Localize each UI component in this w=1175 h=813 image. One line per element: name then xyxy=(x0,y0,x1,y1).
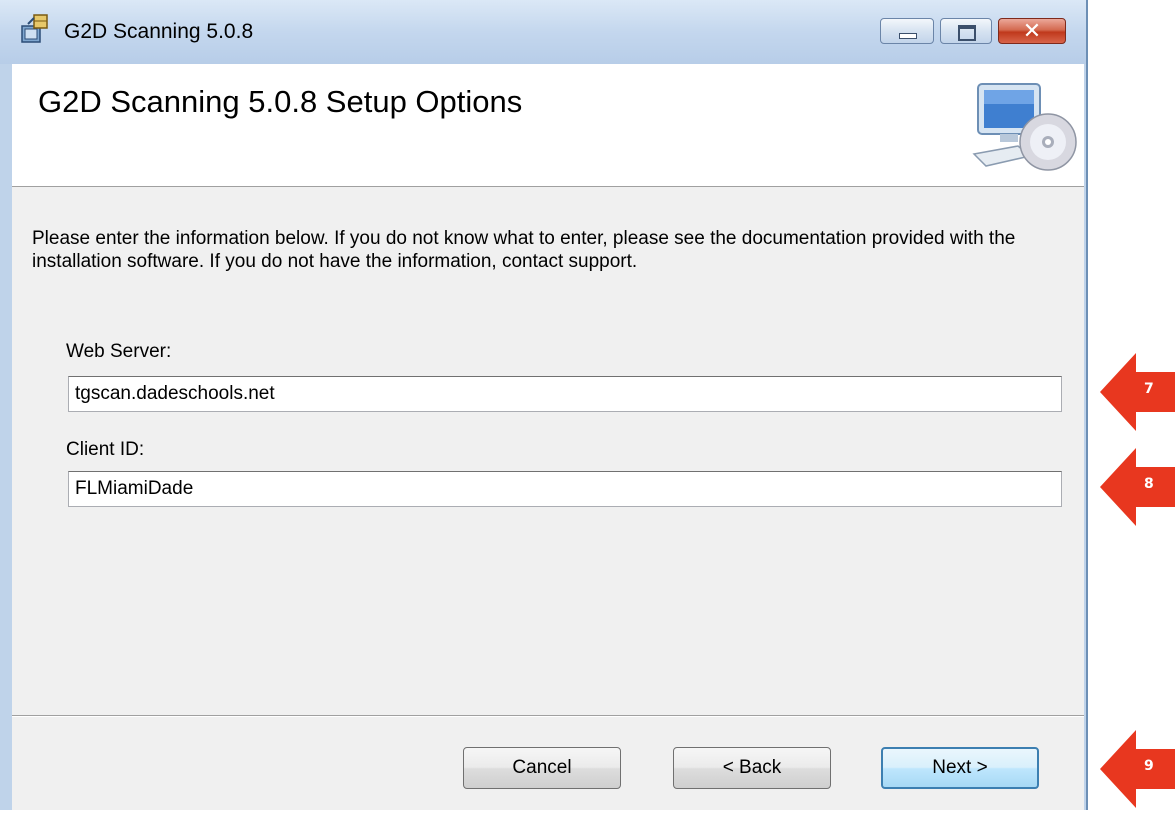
close-icon: ✕ xyxy=(1022,18,1042,44)
web-server-input[interactable] xyxy=(68,376,1062,412)
annotation-arrow-8: 8 xyxy=(1100,448,1175,526)
back-button[interactable]: < Back xyxy=(673,747,831,789)
window-title: G2D Scanning 5.0.8 xyxy=(64,20,254,43)
annotation-number: 7 xyxy=(1144,381,1154,397)
button-separator xyxy=(12,715,1084,717)
next-button[interactable]: Next > xyxy=(881,747,1039,789)
client-id-input[interactable] xyxy=(68,471,1062,507)
header-banner: G2D Scanning 5.0.8 Setup Options xyxy=(12,64,1084,187)
annotation-arrow-9: 9 xyxy=(1100,730,1175,808)
annotation-number: 8 xyxy=(1144,476,1154,492)
instructions-text: Please enter the information below. If y… xyxy=(32,228,1016,272)
arrow-left-icon xyxy=(1100,448,1175,526)
minimize-icon xyxy=(899,33,917,39)
maximize-icon xyxy=(958,25,976,41)
title-bar[interactable]: G2D Scanning 5.0.8 ✕ xyxy=(0,0,1086,64)
installer-package-icon xyxy=(21,14,48,43)
client-id-label: Client ID: xyxy=(66,439,145,460)
arrow-left-icon xyxy=(1100,730,1175,808)
maximize-button[interactable] xyxy=(940,18,992,44)
cancel-button[interactable]: Cancel xyxy=(463,747,621,789)
annotation-number: 9 xyxy=(1144,758,1154,774)
annotation-arrow-7: 7 xyxy=(1100,353,1175,431)
page-title: G2D Scanning 5.0.8 Setup Options xyxy=(38,84,523,119)
dialog-body: Please enter the information below. If y… xyxy=(12,187,1084,810)
installer-window: G2D Scanning 5.0.8 ✕ G2D Scanning 5.0.8 … xyxy=(0,0,1088,810)
close-button[interactable]: ✕ xyxy=(998,18,1066,44)
arrow-left-icon xyxy=(1100,353,1175,431)
web-server-label: Web Server: xyxy=(66,341,172,362)
minimize-button[interactable] xyxy=(880,18,934,44)
computer-cd-icon xyxy=(972,83,1077,171)
